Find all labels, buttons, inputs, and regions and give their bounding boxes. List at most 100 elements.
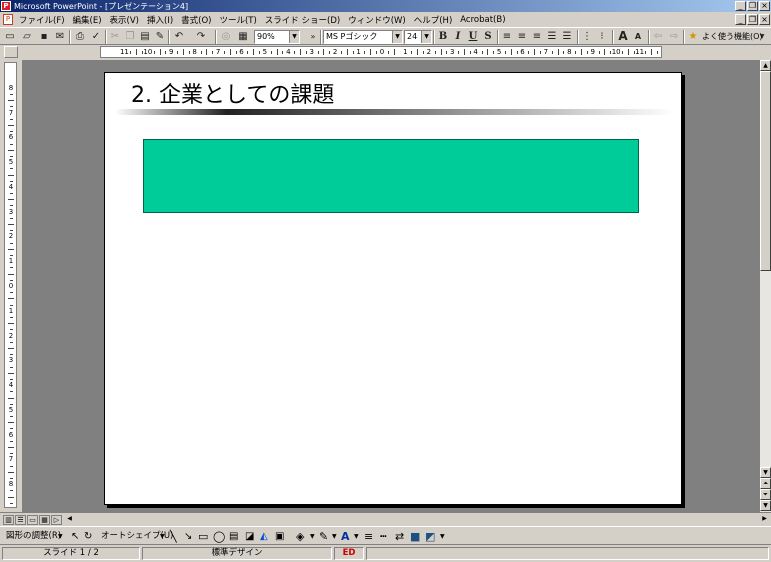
slideshow-view-icon[interactable]: ▷ — [51, 515, 62, 525]
align-left-icon[interactable]: ≡ — [500, 30, 514, 43]
format-painter-icon[interactable]: ✎ — [153, 30, 167, 43]
justify-icon[interactable]: ☰ — [545, 30, 559, 43]
scroll-thumb[interactable] — [760, 71, 771, 271]
menu-window[interactable]: ウィンドウ(W) — [344, 14, 410, 26]
menu-acrobat[interactable]: Acrobat(B) — [456, 15, 509, 25]
new-icon[interactable]: ▭ — [3, 30, 17, 43]
font-grow-button[interactable]: A — [616, 30, 630, 43]
chevron-right-icon[interactable]: ▶ — [759, 515, 770, 525]
menu-slideshow[interactable]: スライド ショー(D) — [261, 14, 344, 26]
rectangle-icon[interactable]: ▭ — [198, 530, 208, 543]
next-slide-icon[interactable]: ⏷ — [760, 489, 771, 500]
italic-button[interactable]: I — [451, 30, 465, 43]
cut-icon[interactable]: ✂ — [108, 30, 122, 43]
wordart-icon[interactable]: ◪ — [245, 530, 254, 543]
arrow-icon[interactable]: ↘ — [184, 530, 192, 543]
toolbar-options-icon[interactable]: » — [306, 30, 320, 43]
dash-style-icon[interactable]: ┅ — [380, 530, 387, 543]
distribute-icon[interactable]: ☰ — [560, 30, 574, 43]
promote-icon[interactable]: ⇦ — [651, 30, 665, 43]
menu-format[interactable]: 書式(O) — [177, 14, 215, 26]
font-shrink-button[interactable]: A — [631, 30, 645, 43]
clipart-icon[interactable]: ▣ — [275, 530, 284, 543]
select-arrow-icon[interactable]: ↖ — [71, 530, 79, 543]
align-right-icon[interactable]: ≡ — [530, 30, 544, 43]
menu-tools[interactable]: ツール(T) — [215, 14, 260, 26]
restore-button[interactable]: ❐ — [747, 1, 758, 11]
minimize-button[interactable]: _ — [735, 1, 746, 11]
zoom-select[interactable]: 90% ▼ — [254, 30, 300, 44]
line-color-icon[interactable]: ✎ — [319, 530, 328, 543]
numbering-icon[interactable]: ⋮ — [580, 30, 594, 43]
save-icon[interactable]: ▪ — [37, 30, 51, 43]
ruler-label: 8 — [6, 82, 16, 93]
shadow-button[interactable]: S — [481, 30, 495, 43]
arrow-style-icon[interactable]: ⇄ — [395, 530, 404, 543]
undo-icon[interactable]: ↶ — [172, 30, 186, 43]
scroll-down-icon[interactable]: ▼ — [760, 467, 771, 478]
chevron-down-icon[interactable]: ▼ — [332, 530, 337, 543]
3d-style-icon[interactable]: ◩ — [425, 530, 435, 543]
menu-view[interactable]: 表示(V) — [106, 14, 143, 26]
sorter-view-icon[interactable]: ▦ — [39, 515, 50, 525]
table-icon[interactable]: ▦ — [236, 30, 250, 43]
bold-button[interactable]: B — [436, 30, 450, 43]
fill-color-icon[interactable]: ◈ — [296, 530, 304, 543]
slide-canvas[interactable]: 2. 企業としての課題 — [104, 72, 682, 505]
chevron-down-icon[interactable]: ▼ — [354, 530, 359, 543]
chevron-left-icon[interactable]: ◀ — [64, 515, 75, 525]
shadow-style-icon[interactable]: ■ — [410, 530, 420, 543]
doc-minimize-button[interactable]: _ — [735, 14, 746, 25]
doc-close-button[interactable]: × — [759, 14, 770, 25]
normal-view-icon[interactable]: ▥ — [3, 515, 14, 525]
ruler-tick — [182, 49, 184, 55]
diagram-icon[interactable]: ◭ — [260, 530, 268, 543]
often-used-button[interactable]: よく使う機能(O) — [702, 30, 763, 43]
menu-insert[interactable]: 挿入(I) — [143, 14, 177, 26]
chevron-down-icon[interactable]: ▼ — [58, 530, 63, 543]
draw-menu-button[interactable]: 図形の調整(R) — [6, 530, 61, 543]
menu-file[interactable]: ファイル(F) — [15, 14, 69, 26]
menu-help[interactable]: ヘルプ(H) — [410, 14, 457, 26]
chevron-down-icon[interactable]: ▼ — [310, 530, 315, 543]
outline-view-icon[interactable]: ☰ — [15, 515, 26, 525]
oval-icon[interactable]: ◯ — [213, 530, 225, 543]
spellcheck-icon[interactable]: ✓ — [89, 30, 103, 43]
paste-icon[interactable]: ▤ — [138, 30, 152, 43]
close-button[interactable]: × — [759, 1, 770, 11]
doc-restore-button[interactable]: ❐ — [747, 14, 758, 25]
bullets-icon[interactable]: ⁝ — [595, 30, 609, 43]
copy-icon[interactable]: ❐ — [123, 30, 137, 43]
scroll-down-icon[interactable]: ▼ — [760, 500, 771, 511]
green-rectangle-shape[interactable] — [143, 139, 639, 213]
chevron-down-icon[interactable]: ▼ — [160, 530, 165, 543]
ruler-tick — [10, 416, 13, 418]
document-icon[interactable]: P — [3, 14, 13, 25]
slide-view-icon[interactable]: ▭ — [27, 515, 38, 525]
chevron-down-icon[interactable]: ▼ — [755, 30, 769, 43]
line-style-icon[interactable]: ≡ — [364, 530, 373, 543]
line-icon[interactable]: ╲ — [170, 530, 177, 543]
menu-edit[interactable]: 編集(E) — [69, 14, 106, 26]
font-color-icon[interactable]: A — [341, 530, 350, 543]
powerpoint-app-icon[interactable]: P — [1, 1, 11, 11]
email-icon[interactable]: ✉ — [53, 30, 67, 43]
view-buttons-row: ▥ ☰ ▭ ▦ ▷ ◀ ▶ — [0, 512, 771, 526]
open-icon[interactable]: ▱ — [20, 30, 34, 43]
font-size-select[interactable]: 24 ▼ — [404, 30, 432, 44]
underline-button[interactable]: U — [466, 30, 480, 43]
toolbar-options-icon[interactable]: ▼ — [440, 530, 445, 543]
font-select[interactable]: MS Pゴシック ▼ — [323, 30, 403, 44]
align-center-icon[interactable]: ≡ — [515, 30, 529, 43]
star-icon[interactable]: ★ — [686, 30, 700, 43]
textbox-icon[interactable]: ▤ — [229, 530, 238, 543]
print-icon[interactable]: ⎙ — [73, 30, 87, 43]
hyperlink-icon[interactable]: ◎ — [219, 30, 233, 43]
free-rotate-icon[interactable]: ↻ — [84, 530, 92, 543]
vertical-scrollbar[interactable]: ▲ ▼ ⏶ ⏷ ▼ — [760, 60, 771, 512]
prev-slide-icon[interactable]: ⏶ — [760, 478, 771, 489]
demote-icon[interactable]: ⇨ — [667, 30, 681, 43]
redo-icon[interactable]: ↷ — [194, 30, 208, 43]
slide-title[interactable]: 2. 企業としての課題 — [131, 77, 334, 109]
scroll-up-icon[interactable]: ▲ — [760, 60, 771, 71]
